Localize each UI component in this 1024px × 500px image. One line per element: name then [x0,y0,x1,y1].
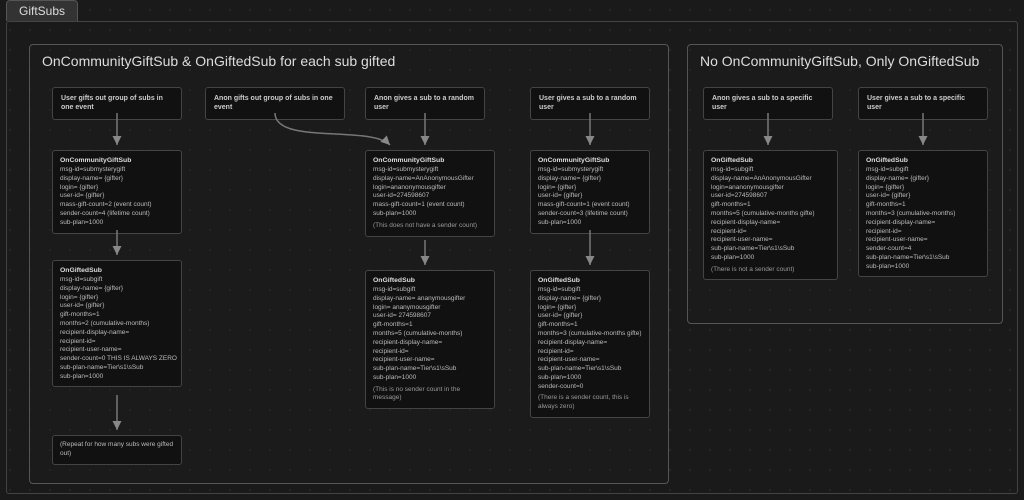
node-repeat-note: (Repeat for how many subs were gifted ou… [52,435,182,465]
node-gifted-user-specific[interactable]: OnGiftedSub msg-id=subgiftdisplay-name= … [858,150,988,277]
header-user-random[interactable]: User gives a sub to a random user [530,87,650,120]
diagram-canvas: OnCommunityGiftSub & OnGiftedSub for eac… [6,21,1018,494]
header-user-specific[interactable]: User gives a sub to a specific user [858,87,988,120]
header-anon-group-gift[interactable]: Anon gifts out group of subs in one even… [205,87,345,120]
node-community-user-group[interactable]: OnCommunityGiftSub msg-id=submysterygift… [52,150,182,234]
node-gifted-anon-specific[interactable]: OnGiftedSub msg-id=subgiftdisplay-name=A… [703,150,838,280]
region-community-and-gifted: OnCommunityGiftSub & OnGiftedSub for eac… [29,44,669,484]
region-a-title: OnCommunityGiftSub & OnGiftedSub for eac… [42,53,395,69]
region-b-title: No OnCommunityGiftSub, Only OnGiftedSub [700,53,979,69]
header-anon-random[interactable]: Anon gives a sub to a random user [365,87,485,120]
node-community-anon[interactable]: OnCommunityGiftSub msg-id=submysterygift… [365,150,495,237]
region-gifted-only: No OnCommunityGiftSub, Only OnGiftedSub … [687,44,1003,324]
node-gifted-user-group[interactable]: OnGiftedSub msg-id=subgiftdisplay-name= … [52,260,182,387]
tab-giftsubs[interactable]: GiftSubs [6,0,78,21]
node-community-user-random[interactable]: OnCommunityGiftSub msg-id=submysterygift… [530,150,650,234]
header-anon-specific[interactable]: Anon gives a sub to a specific user [703,87,833,120]
node-gifted-user-random[interactable]: OnGiftedSub msg-id=subgiftdisplay-name= … [530,270,650,418]
header-user-group-gift[interactable]: User gifts out group of subs in one even… [52,87,182,120]
node-gifted-anon[interactable]: OnGiftedSub msg-id=subgiftdisplay-name= … [365,270,495,409]
